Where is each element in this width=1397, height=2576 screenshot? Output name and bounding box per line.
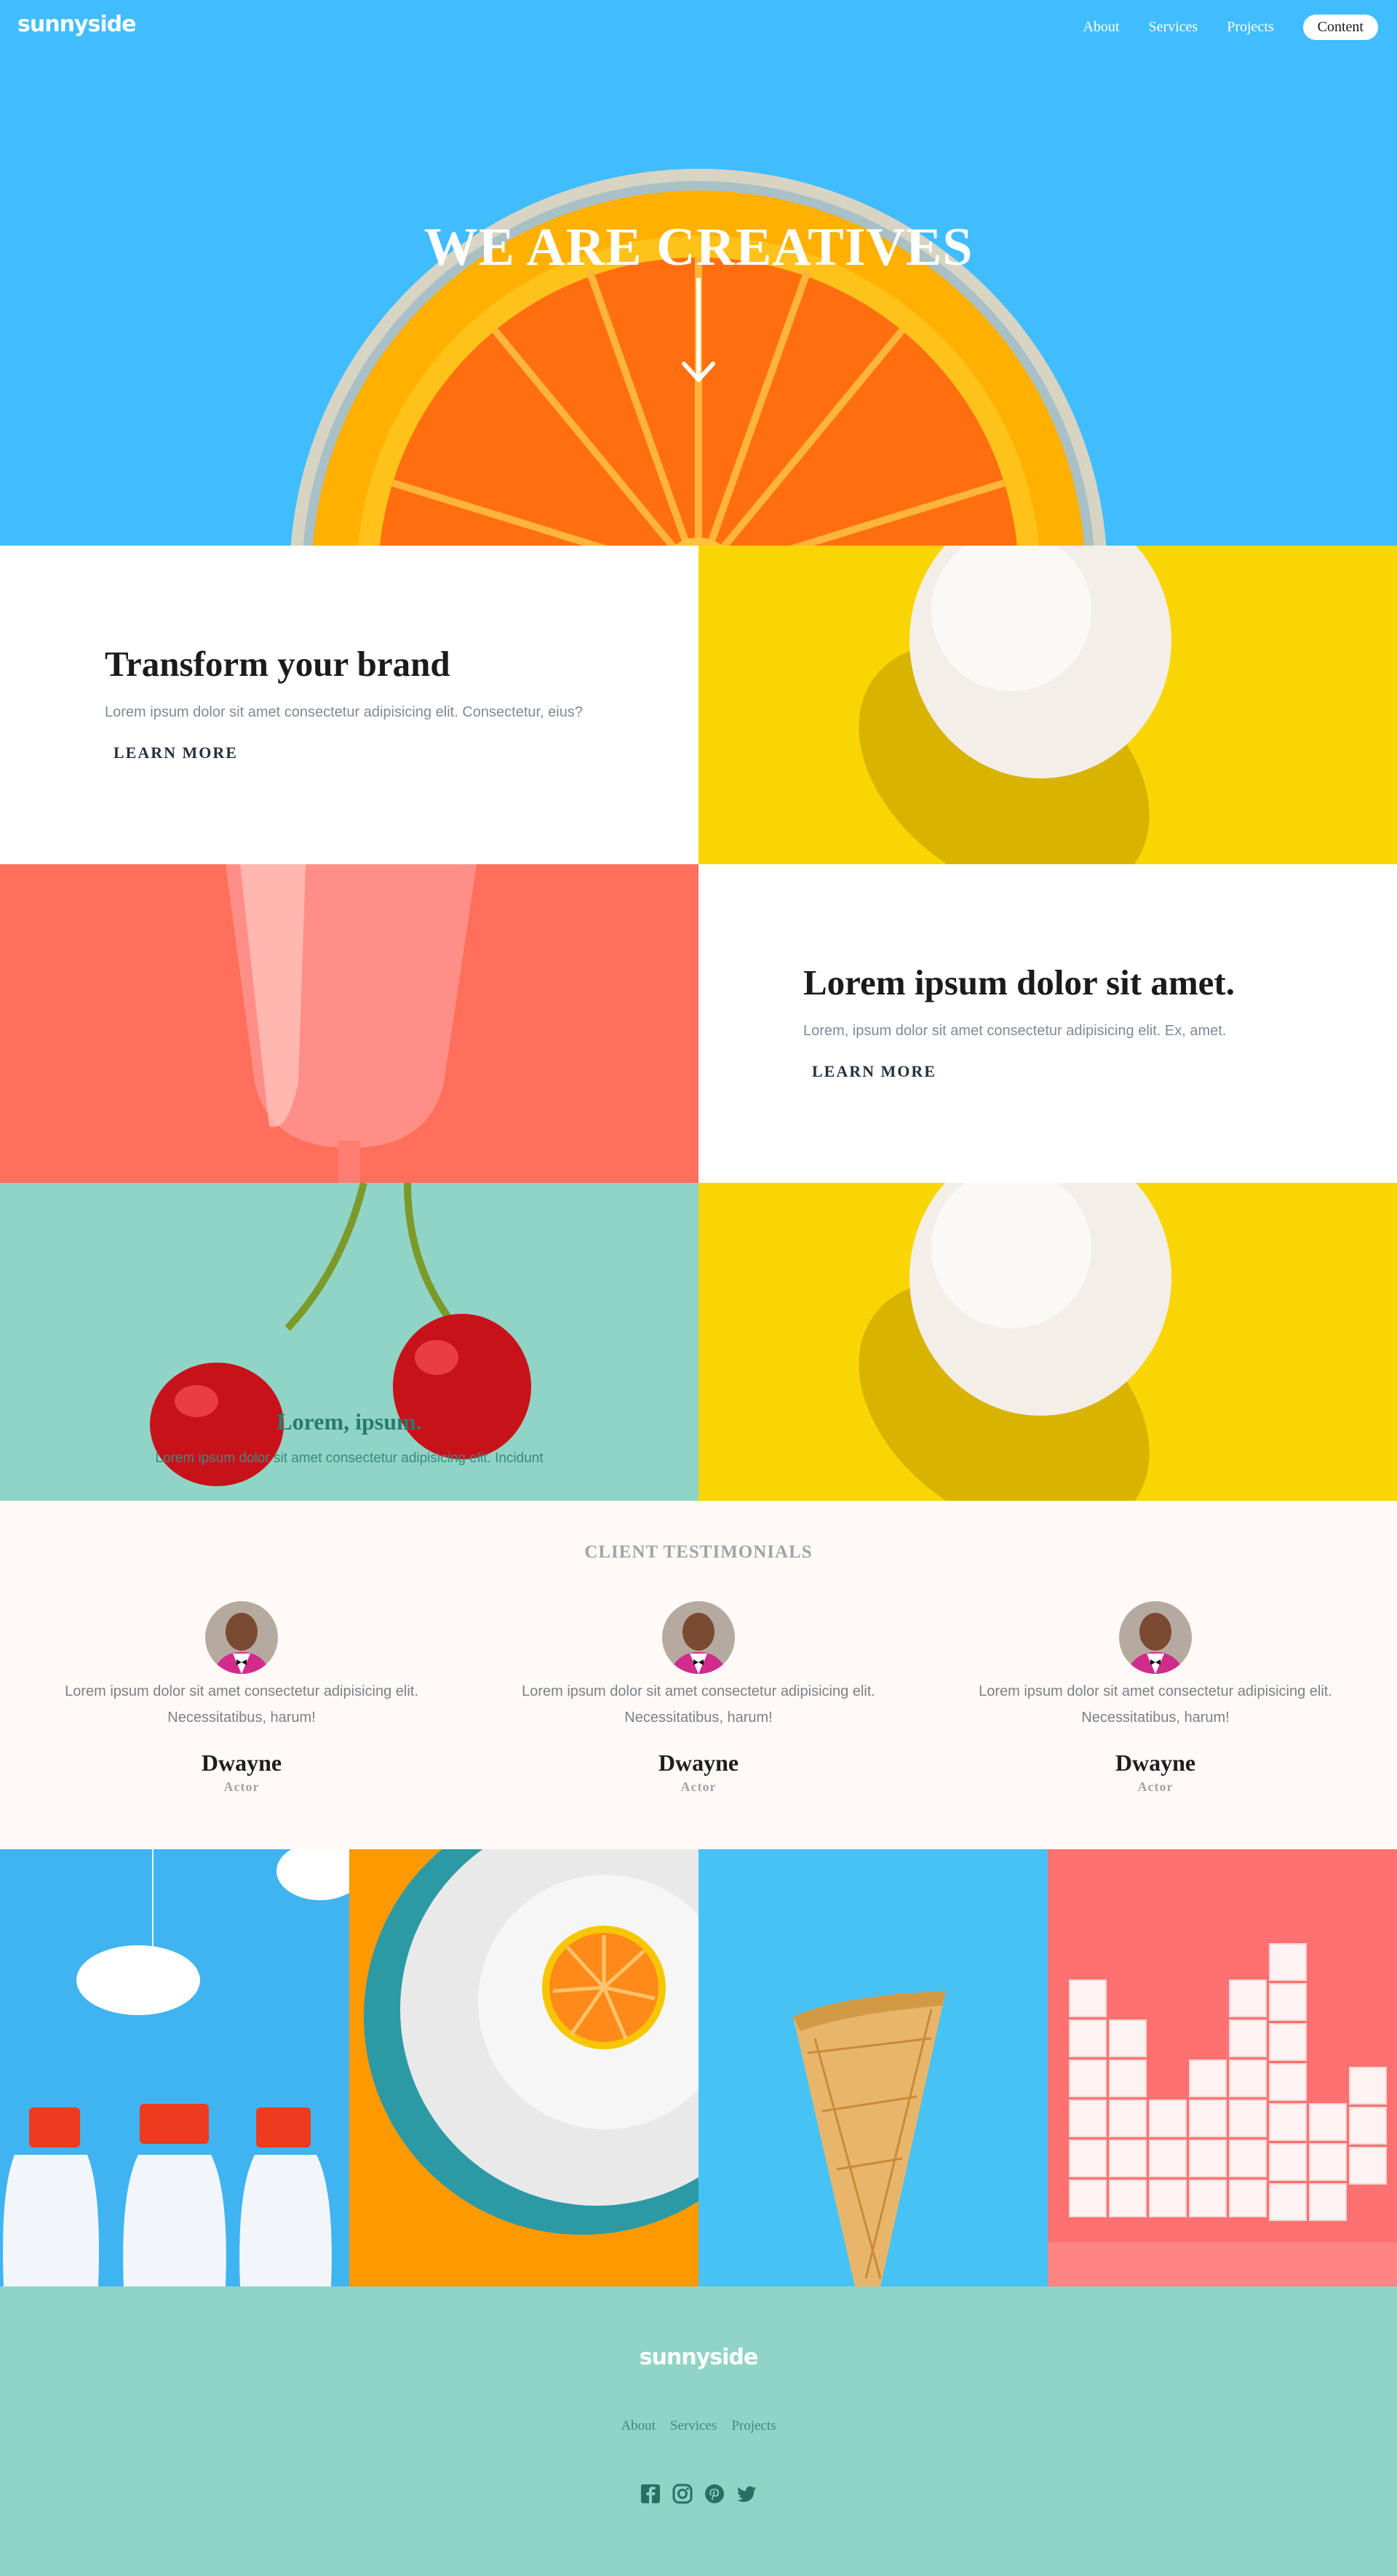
nav-link-services[interactable]: Services — [1148, 19, 1198, 36]
navbar: sunnyside About Services Projects Conten… — [0, 0, 1397, 55]
egg-image-2 — [698, 1183, 1397, 1501]
nav-link-about[interactable]: About — [1083, 19, 1119, 36]
testimonial-role: Actor — [680, 1779, 717, 1794]
footer-link-projects[interactable]: Projects — [731, 2418, 776, 2434]
orange-plate-image[interactable] — [349, 1849, 698, 2286]
testimonial-role: Actor — [223, 1779, 260, 1794]
testimonial-name: Dwayne — [1115, 1750, 1196, 1776]
cherry-caption-text: Lorem ipsum dolor sit amet consectetur a… — [155, 1451, 544, 1466]
learn-more-link[interactable]: LEARN MORE — [105, 743, 247, 764]
twitter-icon[interactable] — [736, 2483, 757, 2505]
ice-cream-cone-image[interactable] — [698, 1849, 1048, 2286]
testimonial-card: Lorem ipsum dolor sit amet consectetur a… — [466, 1601, 931, 1795]
avatar — [205, 1601, 278, 1674]
testimonial-quote: Lorem ipsum dolor sit amet consectetur a… — [9, 1678, 474, 1731]
gallery — [0, 1849, 1397, 2286]
avatar — [662, 1601, 735, 1674]
transform-brand-panel: Transform your brand Lorem ipsum dolor s… — [0, 546, 698, 864]
footer-link-services[interactable]: Services — [670, 2418, 717, 2434]
pinterest-icon[interactable] — [704, 2483, 725, 2505]
cherries-image: Lorem, ipsum. Lorem ipsum dolor sit amet… — [0, 1183, 698, 1501]
feature-text: Lorem ipsum dolor sit amet consectetur a… — [105, 704, 583, 720]
footer-logo[interactable]: sunnyside — [0, 2345, 1397, 2370]
facebook-icon[interactable] — [640, 2483, 661, 2505]
testimonials-section: CLIENT TESTIMONIALS Lorem ipsum dolor si… — [0, 1501, 1397, 1849]
content-button[interactable]: Content — [1302, 15, 1378, 40]
testimonial-quote: Lorem ipsum dolor sit amet consectetur a… — [923, 1678, 1388, 1731]
cherry-caption-title: Lorem, ipsum. — [276, 1408, 422, 1435]
testimonial-name: Dwayne — [658, 1750, 739, 1776]
testimonial-name: Dwayne — [201, 1750, 282, 1776]
milk-bottles-image[interactable] — [0, 1849, 349, 2286]
footer-link-about[interactable]: About — [621, 2418, 656, 2434]
feature-title: Lorem ipsum dolor sit amet. — [803, 962, 1235, 1002]
feature-title: Transform your brand — [105, 644, 450, 684]
nav-links: About Services Projects Content — [1083, 15, 1378, 40]
learn-more-link[interactable]: LEARN MORE — [803, 1062, 945, 1082]
quote-line: Lorem ipsum dolor sit amet consectetur a… — [65, 1683, 418, 1699]
avatar — [1119, 1601, 1192, 1674]
quote-line: Necessitatibus, harum! — [1081, 1710, 1230, 1726]
testimonial-card: Lorem ipsum dolor sit amet consectetur a… — [9, 1601, 474, 1795]
glass-image — [0, 864, 698, 1183]
footer: sunnyside About Services Projects — [0, 2286, 1397, 2576]
arrow-down-icon[interactable] — [681, 278, 716, 383]
quote-line: Lorem ipsum dolor sit amet consectetur a… — [522, 1683, 875, 1699]
feature-text: Lorem, ipsum dolor sit amet consectetur … — [803, 1023, 1227, 1039]
quote-line: Necessitatibus, harum! — [624, 1710, 773, 1726]
footer-links: About Services Projects — [0, 2418, 1397, 2434]
testimonials-heading: CLIENT TESTIMONIALS — [584, 1542, 813, 1562]
sugar-cubes-image[interactable] — [1048, 1849, 1397, 2286]
nav-link-projects[interactable]: Projects — [1227, 19, 1273, 36]
testimonial-card: Lorem ipsum dolor sit amet consectetur a… — [923, 1601, 1388, 1795]
instagram-icon[interactable] — [672, 2483, 693, 2505]
quote-line: Necessitatibus, harum! — [167, 1710, 316, 1726]
testimonial-role: Actor — [1137, 1779, 1174, 1794]
quote-line: Lorem ipsum dolor sit amet consectetur a… — [979, 1683, 1332, 1699]
egg-image — [698, 546, 1397, 864]
social-links — [0, 2483, 1397, 2505]
lorem-panel: Lorem ipsum dolor sit amet. Lorem, ipsum… — [698, 864, 1397, 1183]
logo[interactable]: sunnyside — [17, 12, 136, 37]
hero-title: WE ARE CREATIVES — [423, 218, 974, 277]
testimonial-quote: Lorem ipsum dolor sit amet consectetur a… — [466, 1678, 931, 1731]
hero-section: sunnyside About Services Projects Conten… — [0, 0, 1397, 546]
